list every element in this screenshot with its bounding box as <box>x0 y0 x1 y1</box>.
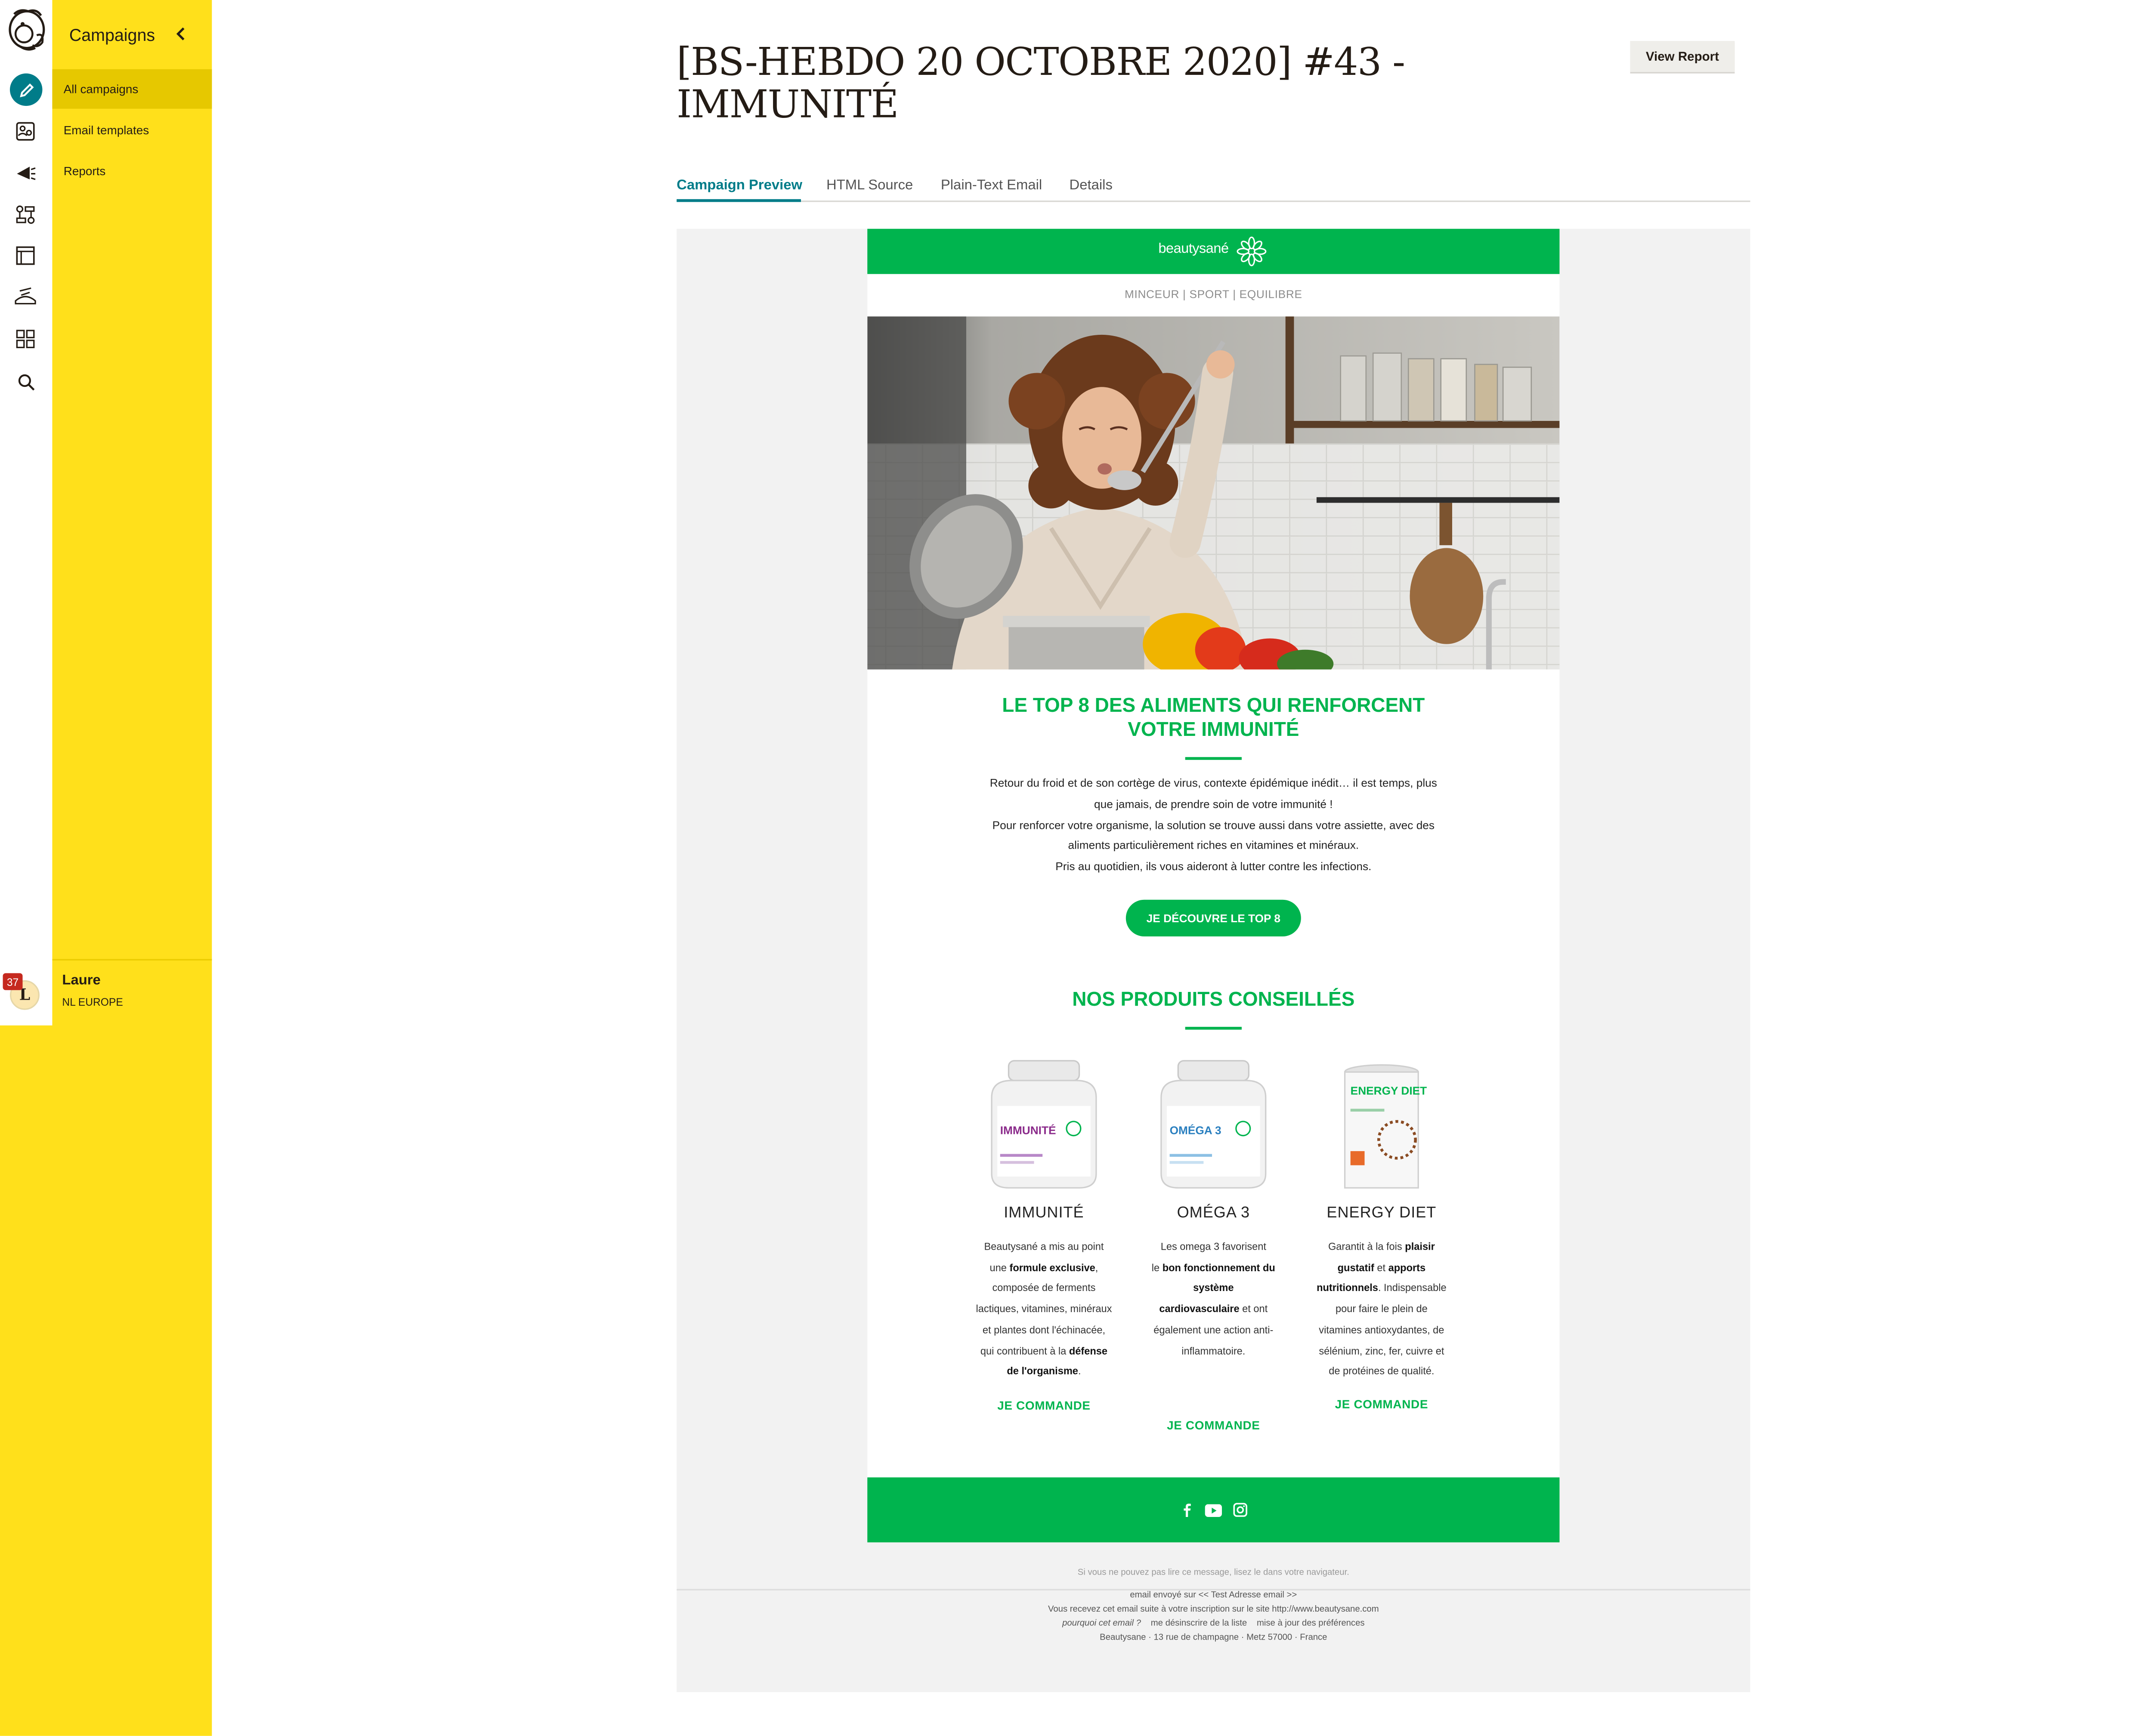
hero-image[interactable] <box>867 316 1560 670</box>
integrations-icon[interactable] <box>10 281 41 312</box>
jar-label: ENERGY DIET <box>1351 1084 1427 1097</box>
footer-links: pourquoi cet email ? me désinscrire de l… <box>677 1619 1750 1628</box>
intro-line: Pour renforcer votre organisme, la solut… <box>992 819 1435 831</box>
icon-rail <box>0 0 53 1026</box>
unsubscribe-link[interactable]: me désinscrire de la liste <box>1151 1619 1247 1628</box>
jar-label: IMMUNITÉ <box>1000 1124 1056 1137</box>
headline-divider <box>1185 757 1242 760</box>
product-image-omega3[interactable]: OMÉGA 3 <box>1150 1052 1277 1193</box>
product-name: OMÉGA 3 <box>1177 1205 1250 1222</box>
email-headline: LE TOP 8 DES ALIMENTS QUI RENFORCENT VOT… <box>867 694 1559 742</box>
product-image-immunite[interactable]: IMMUNITÉ <box>980 1052 1107 1193</box>
active-tab-indicator <box>677 199 801 202</box>
create-pencil-icon[interactable] <box>9 73 43 106</box>
brand-flower-icon <box>1235 235 1269 269</box>
product-name: IMMUNITÉ <box>1004 1205 1084 1222</box>
product-name: ENERGY DIET <box>1326 1205 1437 1222</box>
website-icon[interactable] <box>10 240 41 271</box>
sidebar-item-label: Email templates <box>63 123 149 137</box>
discover-top8-button[interactable]: JE DÉCOUVRE LE TOP 8 <box>1125 899 1301 937</box>
order-button-immunite[interactable]: JE COMMANDE <box>952 1398 1136 1412</box>
user-organization: NL EUROPE <box>62 995 123 1009</box>
tab-html-source[interactable]: HTML Source <box>826 178 913 194</box>
order-button-energy-diet[interactable]: JE COMMANDE <box>1290 1397 1474 1411</box>
jar-label: OMÉGA 3 <box>1170 1124 1221 1137</box>
youtube-icon[interactable] <box>1205 1501 1222 1518</box>
tab-plain-text-email[interactable]: Plain-Text Email <box>941 178 1042 194</box>
automations-icon[interactable] <box>10 199 41 230</box>
tab-details[interactable]: Details <box>1070 178 1113 194</box>
search-icon[interactable] <box>10 366 41 397</box>
intro-line: que jamais, de prendre soin de votre imm… <box>1094 797 1333 811</box>
headline-line: VOTRE IMMUNITÉ <box>1128 717 1299 740</box>
sidebar-item-label: All campaigns <box>63 82 139 96</box>
sender-address: Beautysane · 13 rue de champagne · Metz … <box>1100 1633 1327 1643</box>
user-name[interactable]: Laure <box>62 973 100 988</box>
tab-campaign-preview[interactable]: Campaign Preview <box>677 178 802 194</box>
instagram-icon[interactable] <box>1232 1501 1249 1518</box>
why-this-email-link[interactable]: pourquoi cet email ? <box>1062 1619 1141 1628</box>
intro-line: aliments particulièrement riches en vita… <box>1068 839 1359 853</box>
product-description: Beautysané a mis au point une formule ex… <box>976 1240 1112 1378</box>
headline-line: LE TOP 8 DES ALIMENTS QUI RENFORCENT <box>1002 693 1425 717</box>
tabs-divider <box>677 201 1750 202</box>
collapse-chevron-icon[interactable] <box>171 23 191 46</box>
intro-line: Pris au quotidien, ils vous aideront à l… <box>1055 860 1372 873</box>
notification-badge[interactable]: 37 <box>3 973 23 990</box>
product-image-energy-diet[interactable]: ENERGY DIET <box>1318 1052 1445 1193</box>
order-button-omega3[interactable]: JE COMMANDE <box>1122 1418 1305 1432</box>
audience-icon[interactable] <box>10 116 41 147</box>
email-intro-text: Retour du froid et de son cortège de vir… <box>966 774 1461 879</box>
campaigns-megaphone-icon[interactable] <box>10 157 41 188</box>
products-section-title: NOS PRODUITS CONSEILLÉS <box>1072 987 1355 1010</box>
subscription-reason-text: Vous recevez cet email suite à votre ins… <box>1048 1604 1379 1615</box>
content-grid-icon[interactable] <box>10 324 41 355</box>
products-divider <box>1185 1027 1242 1030</box>
sent-to-text: email envoyé sur << Test Adresse email >… <box>1130 1590 1297 1600</box>
mailchimp-logo-icon[interactable] <box>6 7 48 55</box>
sidebar-section-title: Campaigns <box>69 25 155 46</box>
email-category-nav[interactable]: MINCEUR | SPORT | EQUILIBRE <box>867 288 1559 301</box>
page-title: [BS-HEBDO 20 OCTOBRE 2020] #43 - IMMUNIT… <box>677 41 1405 127</box>
view-report-button[interactable]: View Report <box>1630 41 1735 72</box>
intro-line: Retour du froid et de son cortège de vir… <box>989 777 1437 790</box>
sidebar-item-label: Reports <box>63 164 106 178</box>
update-preferences-link[interactable]: mise à jour des préférences <box>1257 1619 1365 1628</box>
sidebar-item-all-campaigns[interactable]: All campaigns <box>52 69 212 109</box>
sidebar-item-email-templates[interactable]: Email templates <box>52 110 212 150</box>
product-description: Les omega 3 favorisent le bon fonctionne… <box>1151 1240 1275 1357</box>
user-divider <box>52 959 212 961</box>
brand-logo-text: beautysané <box>1158 241 1229 257</box>
facebook-icon[interactable] <box>1178 1501 1195 1518</box>
sidebar-item-reports[interactable]: Reports <box>52 151 212 191</box>
product-description: Garantit à la fois plaisir gustatif et a… <box>1317 1240 1447 1378</box>
view-in-browser-link[interactable]: Si vous ne pouvez pas lire ce message, l… <box>677 1568 1750 1578</box>
